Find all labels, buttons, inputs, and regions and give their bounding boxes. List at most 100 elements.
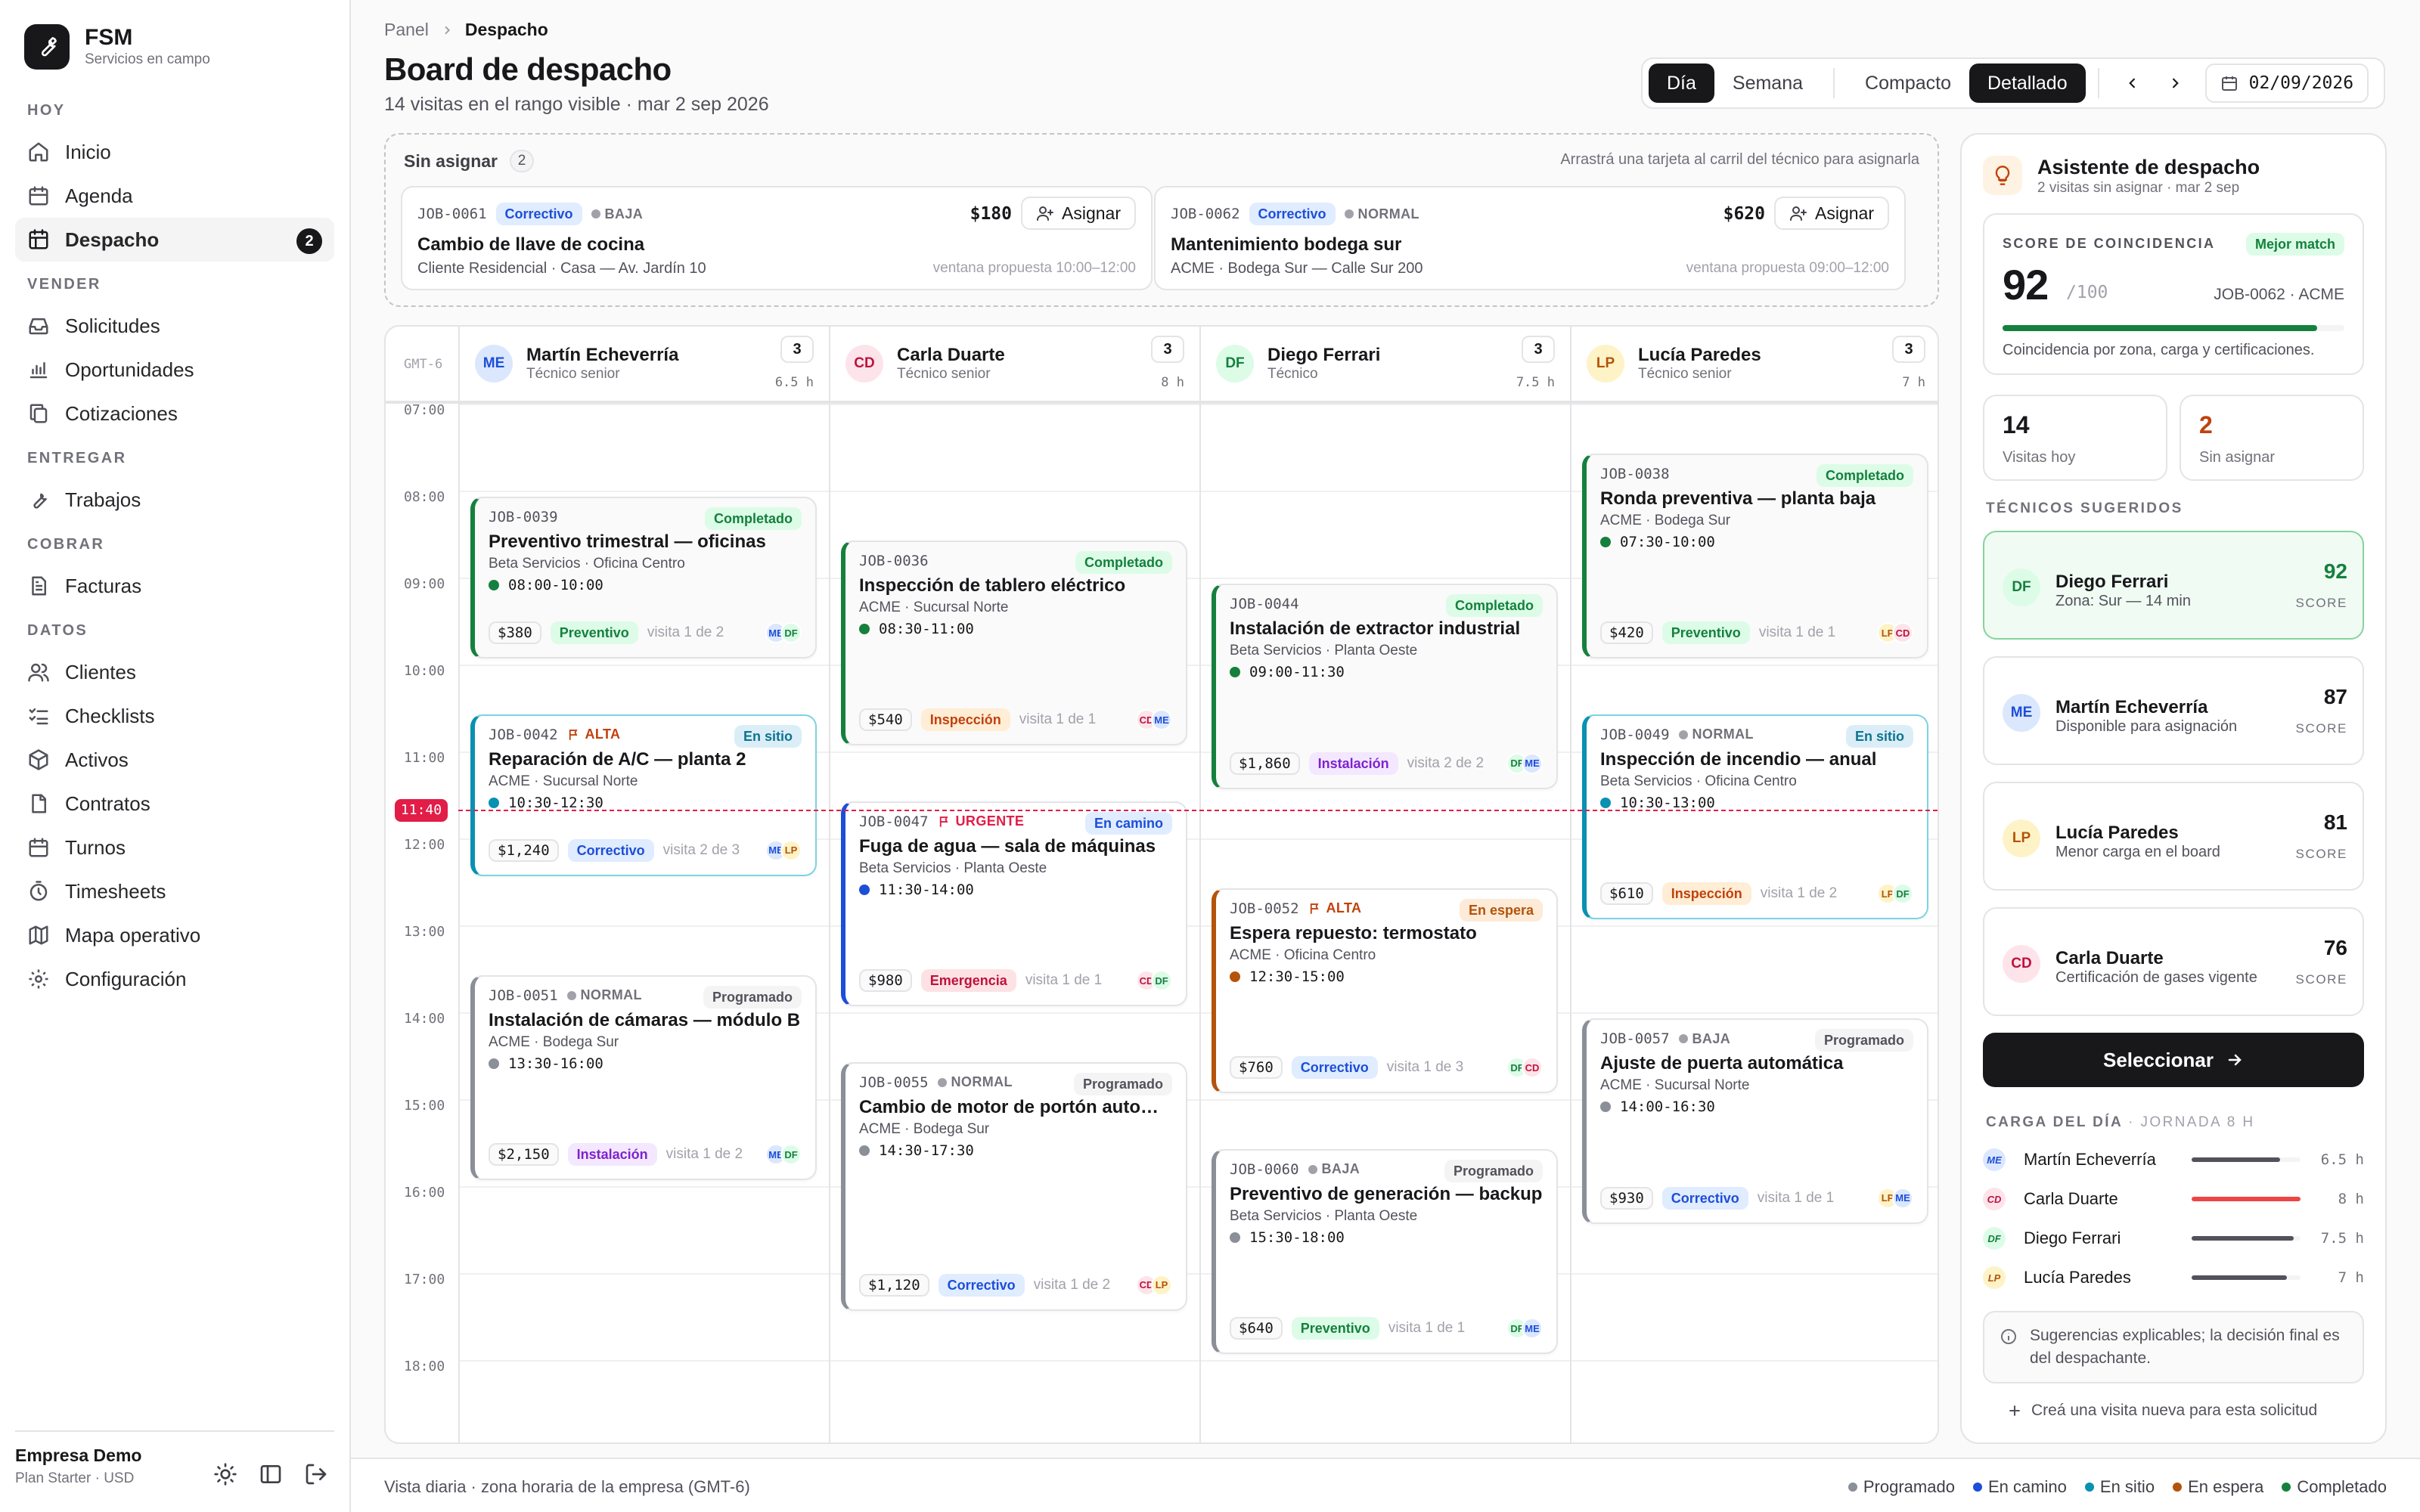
nav-item-oportunidades[interactable]: Oportunidades: [15, 348, 334, 392]
job-card[interactable]: JOB-0057 BAJA Programado Ajuste de puerta a…: [1582, 1018, 1928, 1224]
calendar-icon: [29, 838, 48, 857]
nav-item-label: Contratos: [65, 792, 150, 815]
tech-score: 87: [2323, 685, 2347, 708]
nav-item-label: Clientes: [65, 660, 136, 683]
assignee-avatars: DF ME: [1506, 752, 1543, 774]
brand-title: FSM: [85, 25, 133, 50]
job-card[interactable]: JOB-0039 Completado Preventivo trimestral …: [470, 497, 817, 658]
unassigned-count: 2: [509, 150, 534, 172]
legend-dot: [2084, 1483, 2094, 1492]
legend-item: En espera: [2173, 1477, 2263, 1497]
tech-name: Lucía Paredes: [1638, 345, 1761, 365]
mini-avatar: LP: [780, 839, 802, 861]
hour-label: 11:00: [404, 750, 445, 766]
nav-item-activos[interactable]: Activos: [15, 738, 334, 782]
select-button[interactable]: Seleccionar: [1983, 1033, 2364, 1087]
nav-item-configuracion[interactable]: Configuración: [15, 957, 334, 1001]
copy-icon: [29, 404, 48, 423]
mini-avatar: LP: [1151, 1274, 1172, 1296]
unassigned-job-card[interactable]: JOB-0061 Correctivo BAJA $180 Asignar Cambio …: [401, 186, 1153, 290]
priority-dot: [591, 209, 600, 218]
page-subtitle: 14 visitas en el rango visible · mar 2 s…: [384, 94, 769, 115]
status-badge: Completado: [1816, 463, 1913, 487]
status-badge: En camino: [1084, 811, 1172, 835]
assign-button[interactable]: Asignar: [1774, 197, 1889, 230]
nav-item-checklists[interactable]: Checklists: [15, 694, 334, 738]
nav-item-contratos[interactable]: Contratos: [15, 782, 334, 826]
density-compact-button[interactable]: Compacto: [1847, 64, 1969, 103]
status-dot: [859, 1145, 870, 1156]
hour-label: 15:00: [404, 1098, 445, 1114]
job-price: $1,240: [489, 838, 559, 862]
job-footer: $760 Correctivo visita 1 de 3 DF CD: [1230, 1055, 1543, 1080]
nav-item-agenda[interactable]: Agenda: [15, 174, 334, 218]
job-card[interactable]: JOB-0049 NORMAL En sitio Inspección de ince…: [1582, 714, 1928, 919]
job-title: Ajuste de puerta automática: [1600, 1053, 1844, 1074]
legend-label: Programado: [1863, 1477, 1955, 1496]
status-dot: [1230, 1232, 1240, 1243]
job-card[interactable]: JOB-0047 URGENTE En camino Fuga de agua — s…: [841, 801, 1187, 1006]
job-meta-row: JOB-0057 BAJA: [1600, 1030, 1730, 1047]
suggested-tech-card[interactable]: LP Lucía Paredes Menor carga en el board 81…: [1983, 782, 2364, 891]
view-week-button[interactable]: Semana: [1714, 64, 1821, 103]
job-id: JOB-0062: [1171, 206, 1240, 222]
theme-toggle-sun-icon[interactable]: [213, 1462, 237, 1486]
assignee-avatars: DF CD: [1506, 1057, 1543, 1078]
job-card[interactable]: JOB-0036 Completado Inspección de tablero …: [841, 540, 1187, 745]
job-card[interactable]: JOB-0038 Completado Ronda preventiva — pla…: [1582, 453, 1928, 658]
job-card[interactable]: JOB-0044 Completado Instalación de extract…: [1212, 584, 1558, 789]
current-time-badge: 11:40: [395, 798, 448, 822]
job-card[interactable]: JOB-0051 NORMAL Programado Instalación de c…: [470, 974, 817, 1180]
job-card[interactable]: JOB-0052 ALTA En espera Espera repuesto: te…: [1212, 888, 1558, 1093]
job-footer: $930 Correctivo visita 1 de 1 LP ME: [1600, 1186, 1913, 1210]
load-row: ME Martín Echeverría 6.5 h: [1983, 1145, 2364, 1175]
assign-button[interactable]: Asignar: [1021, 197, 1136, 230]
date-picker[interactable]: 02/09/2026: [2204, 64, 2369, 103]
nav-item-timesheets[interactable]: Timesheets: [15, 869, 334, 913]
breadcrumb-root[interactable]: Panel: [384, 20, 429, 40]
unassigned-job-card[interactable]: JOB-0062 Correctivo NORMAL $620 Asignar Mante…: [1154, 186, 1906, 290]
nav-item-despacho[interactable]: Despacho 2: [15, 218, 334, 262]
nav-item-mapa[interactable]: Mapa operativo: [15, 913, 334, 957]
tech-lane: ME Martín Echeverría Técnico senior 3 6.5 h: [458, 327, 829, 1442]
job-card[interactable]: JOB-0042 ALTA En sitio Reparación de A/C — …: [470, 714, 817, 876]
suggested-tech-card[interactable]: DF Diego Ferrari Zona: Sur — 14 min 92 SCORE: [1983, 531, 2364, 640]
load-bar-fill: [2192, 1197, 2301, 1201]
load-hours: 8 h: [2338, 1191, 2364, 1207]
job-time-range: 10:30-13:00: [1620, 794, 1715, 811]
new-visit-link[interactable]: Creá una visita nueva para esta solicitu…: [2007, 1402, 2317, 1420]
assistant-title: Asistente de despacho: [2037, 156, 2260, 178]
job-meta-row: JOB-0036: [859, 553, 929, 569]
nav-item-solicitudes[interactable]: Solicitudes: [15, 304, 334, 348]
nav-item-facturas[interactable]: Facturas: [15, 564, 334, 608]
sidebar-toggle-icon[interactable]: [259, 1462, 283, 1486]
job-time: 14:00-16:30: [1600, 1098, 1715, 1115]
nav-item-inicio[interactable]: Inicio: [15, 130, 334, 174]
job-card[interactable]: JOB-0060 BAJA Programado Preventivo de gene…: [1212, 1148, 1558, 1354]
job-title: Reparación de A/C — planta 2: [489, 748, 746, 770]
next-day-button[interactable]: [2154, 64, 2196, 103]
nav-item-turnos[interactable]: Turnos: [15, 826, 334, 869]
suggested-tech-card[interactable]: ME Martín Echeverría Disponible para asign…: [1983, 656, 2364, 765]
document-icon: [32, 576, 46, 596]
load-row: LP Lucía Paredes 7 h: [1983, 1263, 2364, 1293]
density-detailed-button[interactable]: Detallado: [1969, 64, 2086, 103]
logout-icon[interactable]: [304, 1462, 328, 1486]
avatar: LP: [1983, 1266, 2006, 1289]
visit-count: visita 1 de 2: [1033, 1276, 1111, 1293]
view-day-button[interactable]: Día: [1649, 64, 1714, 103]
hour-label: 07:00: [404, 402, 445, 418]
brand-subtitle: Servicios en campo: [85, 51, 210, 67]
legend-item: Completado: [2282, 1477, 2387, 1497]
nav-item-trabajos[interactable]: Trabajos: [15, 478, 334, 522]
nav-item-clientes[interactable]: Clientes: [15, 650, 334, 694]
nav-item-label: Agenda: [65, 184, 133, 207]
prev-day-button[interactable]: [2111, 64, 2154, 103]
tech-job-count: 3: [780, 336, 814, 363]
brand[interactable]: FSM Servicios en campo: [24, 24, 210, 70]
job-card[interactable]: JOB-0055 NORMAL Programado Cambio de motor …: [841, 1061, 1187, 1311]
type-badge: Correctivo: [567, 838, 654, 862]
suggested-tech-card[interactable]: CD Carla Duarte Certificación de gases vig…: [1983, 907, 2364, 1016]
nav-item-cotizaciones[interactable]: Cotizaciones: [15, 392, 334, 435]
load-bar: [2192, 1157, 2301, 1162]
